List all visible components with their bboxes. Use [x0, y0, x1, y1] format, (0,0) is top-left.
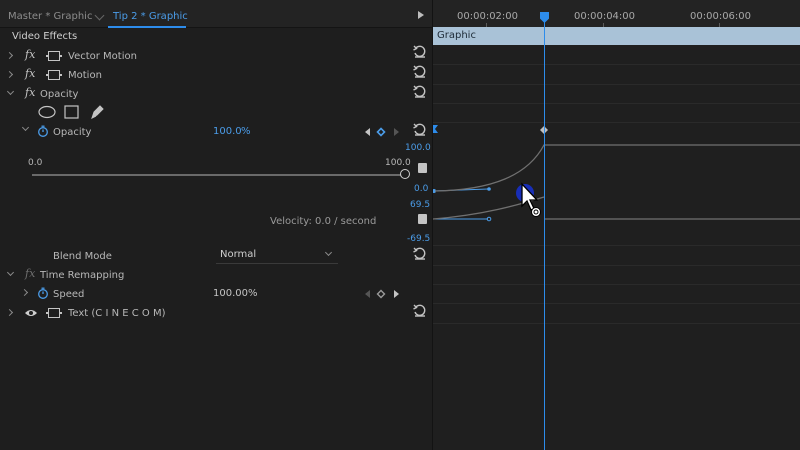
add-keyframe-icon[interactable]: [376, 289, 386, 299]
slider-max-label: 100.0: [385, 158, 411, 168]
velocity-graph-max: 69.5: [410, 200, 431, 210]
in-point-marker[interactable]: [433, 125, 438, 133]
next-keyframe-icon[interactable]: [394, 290, 399, 298]
previous-keyframe-icon[interactable]: [365, 128, 370, 136]
chevron-right-icon: [94, 10, 105, 21]
graph-fit-icon[interactable]: [418, 214, 427, 224]
speed-value[interactable]: 100.00%: [213, 288, 258, 299]
effect-timeline[interactable]: 00:00:02:00 00:00:04:00 00:00:06:00 Grap…: [433, 0, 800, 450]
pen-mask-icon[interactable]: [91, 105, 104, 120]
fx-icon[interactable]: fx: [25, 86, 35, 99]
value-curve[interactable]: [434, 144, 800, 192]
chevron-right-icon[interactable]: [5, 70, 14, 79]
keyframe-navigator: [365, 127, 399, 137]
rectangle-mask-icon[interactable]: [64, 105, 79, 119]
tab-tip2-graphic[interactable]: Tip 2 * Graphic: [113, 11, 188, 22]
panel-tab-bar: Master * Graphic Tip 2 * Graphic: [0, 0, 432, 28]
reset-icon[interactable]: [413, 85, 427, 98]
fx-icon[interactable]: fx: [25, 67, 35, 80]
transform-icon: [46, 308, 60, 318]
ellipse-mask-icon[interactable]: [38, 105, 56, 119]
opacity-slider-thumb[interactable]: [400, 169, 410, 179]
reset-icon[interactable]: [413, 123, 427, 136]
reset-icon[interactable]: [413, 304, 427, 317]
transform-icon: [46, 70, 60, 80]
keyframe-graph[interactable]: [433, 0, 800, 450]
tab-master-graphic[interactable]: Master * Graphic: [8, 11, 92, 22]
velocity-label: Velocity: 0.0 / second: [270, 216, 377, 227]
stopwatch-icon[interactable]: [37, 125, 49, 137]
reset-icon[interactable]: [413, 65, 427, 78]
chevron-down-icon[interactable]: [21, 123, 30, 132]
chevron-down-icon: [324, 248, 333, 257]
mask-tools: [38, 105, 104, 120]
reset-icon[interactable]: [413, 247, 427, 260]
previous-keyframe-icon[interactable]: [365, 290, 370, 298]
fx-icon: fx: [25, 267, 36, 280]
bezier-handle-point[interactable]: [487, 187, 491, 191]
reset-icon[interactable]: [413, 45, 427, 58]
graph-fit-icon[interactable]: [418, 163, 427, 173]
effect-controls-panel: Video Effects fx Vector Motion fx Motion…: [0, 28, 432, 450]
velocity-graph-min: -69.5: [407, 234, 431, 244]
chevron-right-icon[interactable]: [20, 288, 29, 297]
play-arrow-icon[interactable]: [418, 11, 424, 19]
chevron-down-icon[interactable]: [6, 87, 15, 96]
transform-icon: [46, 51, 60, 61]
blend-mode-label: Blend Mode: [53, 251, 112, 262]
value-graph-max: 100.0: [405, 143, 431, 153]
slider-min-label: 0.0: [28, 158, 43, 168]
opacity-slider-track[interactable]: [32, 174, 406, 176]
blend-mode-value: Normal: [220, 249, 257, 260]
property-label-opacity: Opacity: [53, 127, 92, 138]
fx-icon[interactable]: fx: [25, 48, 35, 61]
effect-label-time-remapping: Time Remapping: [40, 270, 125, 281]
playhead-line[interactable]: [544, 18, 545, 450]
effect-label-vector-motion: Vector Motion: [68, 51, 137, 62]
chevron-right-icon[interactable]: [5, 308, 14, 317]
opacity-value[interactable]: 100.0: [213, 126, 242, 137]
property-label-speed: Speed: [53, 289, 85, 300]
effect-label-motion: Motion: [68, 70, 102, 81]
effect-label-text-layer: Text (C I N E C O M): [68, 308, 166, 319]
mouse-cursor-icon: [516, 182, 541, 217]
eye-icon[interactable]: [24, 308, 38, 318]
section-title-video-effects: Video Effects: [12, 31, 78, 42]
add-keyframe-icon[interactable]: [376, 127, 386, 137]
next-keyframe-icon[interactable]: [394, 128, 399, 136]
chevron-down-icon[interactable]: [6, 268, 15, 277]
value-graph-min: 0.0: [414, 184, 429, 194]
opacity-unit: %: [241, 126, 251, 137]
blend-mode-dropdown[interactable]: Normal: [216, 246, 338, 264]
chevron-right-icon[interactable]: [5, 51, 14, 60]
effect-label-opacity: Opacity: [40, 89, 79, 100]
keyframe-navigator: [365, 289, 399, 299]
stopwatch-icon[interactable]: [37, 287, 49, 299]
